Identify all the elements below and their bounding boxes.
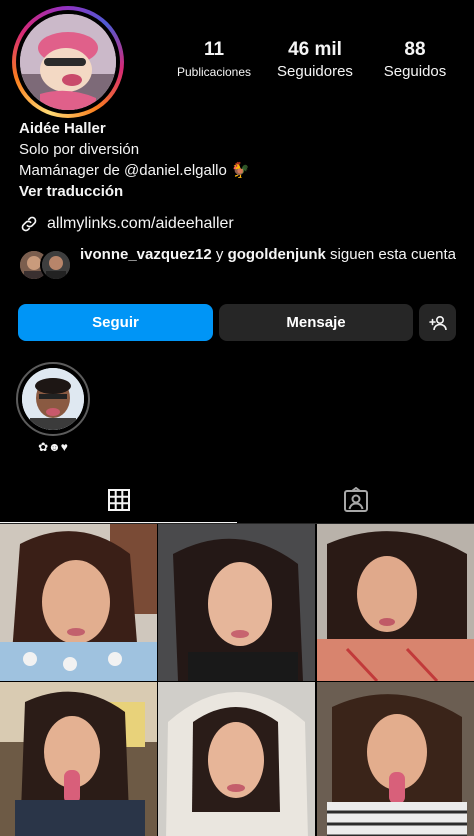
- grid-icon: [107, 489, 130, 511]
- stat-posts-label: Publicaciones: [176, 65, 252, 79]
- post-thumbnail[interactable]: [0, 682, 157, 836]
- see-translation-link[interactable]: Ver traducción: [19, 181, 459, 202]
- follower-avatar: [40, 249, 72, 281]
- stat-following[interactable]: 88 Seguidos: [360, 38, 470, 82]
- stat-posts-count: 11: [203, 39, 225, 60]
- stat-followers-label: Seguidores: [277, 63, 353, 80]
- link-icon: [21, 216, 37, 232]
- stat-followers[interactable]: 46 mil Seguidores: [260, 38, 370, 82]
- profile-name: Aidée Haller: [19, 120, 106, 137]
- story-highlight[interactable]: [16, 362, 90, 436]
- stat-following-label: Seguidos: [383, 63, 447, 80]
- profile-stats: 11 Publicaciones 46 mil Seguidores 88 Se…: [168, 38, 468, 88]
- posts-grid: [0, 524, 474, 836]
- post-thumbnail[interactable]: [317, 682, 474, 836]
- profile-bio: Aidée Haller Solo por diversión Mamánage…: [19, 118, 459, 202]
- tab-tagged[interactable]: [237, 478, 474, 522]
- profile-avatar-story-ring[interactable]: [12, 6, 124, 118]
- followed-by-suffix: siguen esta cuenta: [325, 246, 456, 263]
- profile-avatar[interactable]: [20, 14, 116, 110]
- bio-line: Solo por diversión: [19, 141, 140, 158]
- post-thumbnail[interactable]: [158, 682, 315, 836]
- followed-by-text: ivonne_vazquez12 y gogoldenjunk siguen e…: [80, 244, 460, 265]
- profile-tabs: [0, 478, 474, 524]
- highlight-label: ✿☻♥: [38, 440, 68, 454]
- follow-button[interactable]: Seguir: [18, 304, 213, 341]
- stat-following-count: 88: [404, 39, 426, 60]
- stat-posts[interactable]: 11 Publicaciones: [168, 38, 260, 82]
- post-thumbnail[interactable]: [158, 524, 315, 681]
- profile-header: 11 Publicaciones 46 mil Seguidores 88 Se…: [0, 0, 474, 118]
- message-button[interactable]: Mensaje: [219, 304, 413, 341]
- tagged-person-icon: [343, 487, 368, 512]
- post-thumbnail[interactable]: [0, 524, 157, 681]
- tab-posts-grid[interactable]: [0, 478, 237, 522]
- profile-link-text: allmylinks.com/aideehaller: [47, 215, 234, 232]
- stat-followers-count: 46 mil: [288, 39, 342, 60]
- followed-by-connector: y: [211, 246, 228, 263]
- bio-line: Mamánager de @daniel.elgallo 🐓: [19, 162, 250, 179]
- follower-username[interactable]: gogoldenjunk: [228, 246, 326, 263]
- add-person-icon: [428, 315, 447, 330]
- highlight-cover: [22, 368, 84, 430]
- followed-by[interactable]: ivonne_vazquez12 y gogoldenjunk siguen e…: [18, 244, 458, 286]
- post-thumbnail[interactable]: [317, 524, 474, 681]
- profile-link[interactable]: allmylinks.com/aideehaller: [19, 212, 234, 236]
- suggested-accounts-button[interactable]: [419, 304, 456, 341]
- follower-username[interactable]: ivonne_vazquez12: [80, 246, 212, 263]
